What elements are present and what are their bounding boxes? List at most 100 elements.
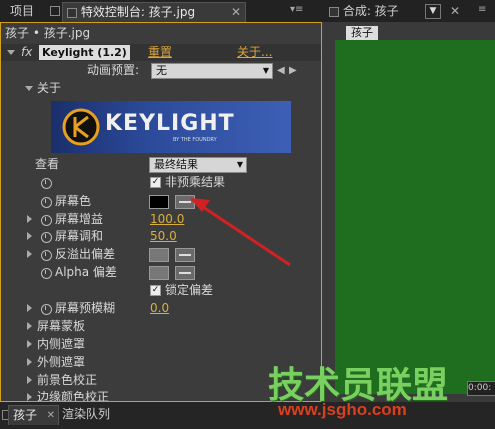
eyedropper-icon[interactable]: [175, 195, 195, 209]
panel-menu-icon[interactable]: [67, 7, 77, 18]
watermark-url: www.jsgho.com: [278, 400, 407, 419]
screen-preblur-label: 屏幕预模糊: [55, 301, 116, 315]
about-section-row[interactable]: 关于: [1, 80, 321, 97]
view-value: 最终结果: [154, 158, 198, 171]
panel-options-icon[interactable]: ≡: [478, 4, 486, 15]
keylight-emblem-icon: [62, 108, 100, 146]
tab-render-queue-label: 渲染队列: [62, 407, 111, 421]
eyedropper-icon[interactable]: [175, 266, 195, 280]
screen-gain-row: 屏幕增益 100.0: [1, 211, 321, 228]
stopwatch-icon[interactable]: [41, 250, 52, 261]
screen-colour-swatch[interactable]: [149, 195, 169, 209]
eyedropper-icon[interactable]: [175, 248, 195, 262]
expand-triangle-icon[interactable]: [27, 358, 32, 366]
expand-triangle-icon[interactable]: [27, 340, 32, 348]
comp-dropdown-icon[interactable]: ▼: [425, 4, 441, 19]
edge-colour-correction-label: 边缘颜色校正: [37, 390, 110, 401]
next-preset-icon[interactable]: ▶: [289, 62, 297, 79]
stopwatch-icon[interactable]: [41, 178, 52, 189]
expand-triangle-icon[interactable]: [27, 393, 32, 401]
panel-menu-icon[interactable]: [329, 6, 339, 17]
view-dropdown[interactable]: 最终结果 ▼: [149, 157, 247, 173]
despill-bias-label: 反溢出偏差: [55, 247, 116, 261]
breadcrumb-text: 孩子 • 孩子.jpg: [5, 26, 91, 40]
stopwatch-icon[interactable]: [41, 215, 52, 226]
screen-balance-row: 屏幕调和 50.0: [1, 228, 321, 245]
breadcrumb: 孩子 • 孩子.jpg: [5, 25, 325, 42]
lock-biases-row: ✓ 锁定偏差: [1, 282, 321, 299]
preset-label: 动画预置:: [87, 63, 140, 77]
screen-colour-label: 屏幕色: [55, 194, 92, 208]
preset-value: 无: [156, 64, 167, 77]
collapse-triangle-icon[interactable]: [25, 86, 33, 91]
close-icon[interactable]: ✕: [47, 406, 55, 425]
fx-badge[interactable]: fx: [21, 44, 32, 61]
lock-icon[interactable]: [50, 6, 60, 16]
keylight-logo: KEYLIGHT BY THE FOUNDRY: [51, 101, 291, 153]
view-label: 查看: [35, 157, 60, 171]
unpremultiply-row: ✓ 非预乘结果: [1, 174, 321, 191]
inside-mask-label: 内侧遮罩: [37, 337, 86, 351]
despill-bias-swatch[interactable]: [149, 248, 169, 262]
screen-matte-row[interactable]: 屏幕蒙板: [1, 318, 321, 335]
screen-colour-row: 屏幕色: [1, 193, 321, 210]
fg-colour-correction-label: 前景色校正: [37, 373, 98, 387]
about-section-label: 关于: [37, 81, 62, 95]
chevron-down-icon: ▼: [262, 66, 269, 75]
close-icon[interactable]: ✕: [450, 4, 460, 18]
tab-render-queue[interactable]: 渲染队列: [62, 405, 110, 424]
preset-row: 动画预置: 无 ▼ ◀ ▶: [1, 62, 321, 79]
top-tab-bar: 项目 特效控制台: 孩子.jpg ✕ ▾≡ 合成: 孩子 ▼ ✕ ≡: [0, 0, 495, 22]
stopwatch-icon[interactable]: [41, 304, 52, 315]
expand-triangle-icon[interactable]: [27, 232, 32, 240]
tab-timeline-comp-label: 孩子: [13, 408, 38, 422]
outside-mask-label: 外侧遮罩: [37, 355, 86, 369]
collapse-triangle-icon[interactable]: [7, 50, 15, 55]
about-link[interactable]: 关于...: [237, 44, 272, 61]
unpremultiply-checkbox[interactable]: ✓: [150, 177, 161, 188]
tab-effect-controls-label: 特效控制台: 孩子.jpg: [80, 5, 196, 19]
alpha-bias-label: Alpha 偏差: [55, 265, 117, 279]
effect-header-row: fx Keylight (1.2) 重置 关于...: [1, 44, 321, 61]
despill-bias-row: 反溢出偏差: [1, 246, 321, 263]
stopwatch-icon[interactable]: [41, 197, 52, 208]
tab-project-label: 项目: [10, 4, 35, 18]
comp-tab-button[interactable]: 孩子: [346, 26, 378, 40]
preset-dropdown[interactable]: 无 ▼: [151, 63, 273, 79]
tab-composition-label: 合成: 孩子: [342, 4, 399, 18]
chevron-down-icon: ▼: [236, 160, 243, 169]
screen-preblur-row: 屏幕预模糊 0.0: [1, 300, 321, 317]
lock-biases-checkbox[interactable]: ✓: [150, 285, 161, 296]
plugin-name: Keylight (1.2): [39, 45, 130, 60]
stopwatch-icon[interactable]: [41, 268, 52, 279]
reset-link[interactable]: 重置: [148, 44, 172, 61]
tab-project[interactable]: 项目: [4, 2, 40, 21]
expand-triangle-icon[interactable]: [27, 215, 32, 223]
prev-preset-icon[interactable]: ◀: [277, 62, 285, 79]
panel-options-icon[interactable]: ▾≡: [290, 4, 303, 15]
expand-triangle-icon[interactable]: [27, 322, 32, 330]
lock-biases-label: 锁定偏差: [165, 283, 214, 297]
stopwatch-icon[interactable]: [41, 232, 52, 243]
expand-triangle-icon[interactable]: [27, 304, 32, 312]
tab-timeline-comp[interactable]: 孩子 ✕: [8, 405, 59, 425]
expand-triangle-icon[interactable]: [27, 376, 32, 384]
screen-balance-value[interactable]: 50.0: [150, 228, 177, 245]
screen-matte-label: 屏幕蒙板: [37, 319, 86, 333]
screen-preblur-value[interactable]: 0.0: [150, 300, 169, 317]
close-icon[interactable]: ✕: [231, 3, 241, 22]
timecode-value: 0:00:: [468, 383, 492, 393]
alpha-bias-swatch[interactable]: [149, 266, 169, 280]
timecode[interactable]: 0:00:: [467, 381, 495, 396]
inside-mask-row[interactable]: 内侧遮罩: [1, 336, 321, 353]
screen-gain-value[interactable]: 100.0: [150, 211, 184, 228]
comp-tab-label: 孩子: [351, 26, 373, 39]
view-row: 查看 最终结果 ▼: [1, 156, 321, 173]
alpha-bias-row: Alpha 偏差: [1, 264, 321, 281]
tab-effect-controls[interactable]: 特效控制台: 孩子.jpg ✕: [62, 2, 246, 22]
logo-text: KEYLIGHT: [105, 111, 235, 136]
effect-controls-panel: 孩子 • 孩子.jpg fx Keylight (1.2) 重置 关于... 动…: [0, 22, 322, 402]
composition-viewer[interactable]: [335, 40, 495, 394]
logo-subtitle: BY THE FOUNDRY: [173, 137, 217, 143]
expand-triangle-icon[interactable]: [27, 250, 32, 258]
